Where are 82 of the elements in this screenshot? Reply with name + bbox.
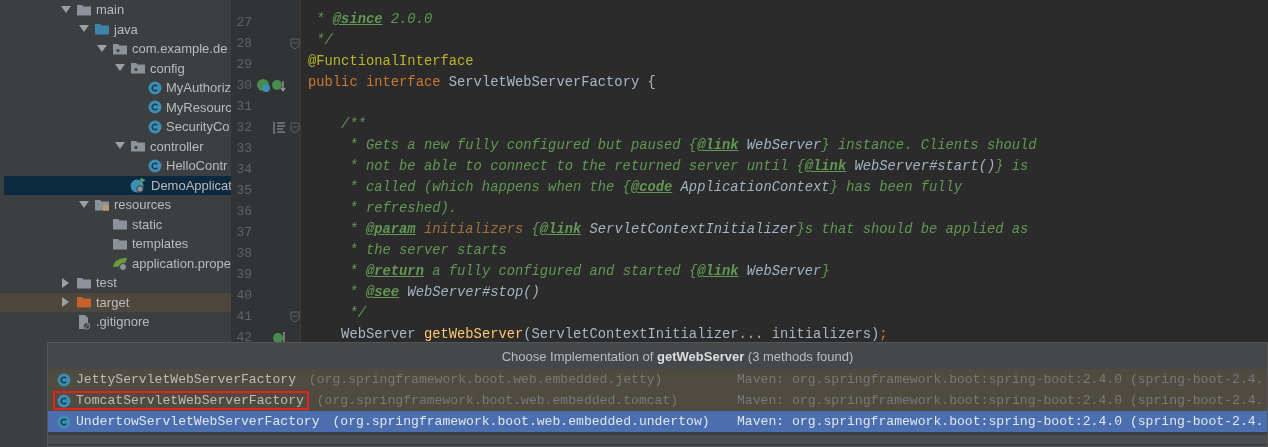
tree-item[interactable]: java — [0, 19, 231, 39]
class-icon — [57, 372, 71, 387]
class-icon — [148, 100, 162, 115]
implementation-item[interactable]: UndertowServletWebServerFactory (org.springframework.boot.web.embedded.undertow) Maven: org.springframework.boot:spring-boot:2.4.0 (spring-boot-2.4. — [48, 411, 1267, 432]
code-line: * @return a fully configured and started {@link WebServer} — [348, 264, 831, 281]
fold-icon — [290, 310, 300, 323]
tree-item[interactable]: HelloContr — [0, 156, 231, 176]
expand-arrow-icon — [79, 199, 89, 210]
expand-arrow-icon — [97, 43, 107, 54]
folder-icon — [94, 21, 110, 38]
expand-arrow-icon — [61, 277, 71, 288]
tree-label: MyResourc — [166, 99, 231, 115]
tree-item[interactable]: main — [0, 0, 231, 20]
popup-title: Choose Implementation of getWebServer (3 methods found) — [501, 348, 854, 364]
tree-item[interactable]: config — [0, 58, 231, 78]
tree-label: HelloContr — [166, 158, 228, 174]
tree-label: java — [114, 21, 138, 37]
code-line: * @see WebServer#stop() — [348, 285, 541, 302]
code-line: * @since 2.0.0 — [315, 12, 434, 29]
doc-render-icon — [273, 120, 286, 135]
file-icon — [76, 313, 92, 330]
code-line: /** — [340, 117, 367, 134]
tree-label: test — [96, 275, 117, 291]
tree-label: resources — [114, 197, 172, 213]
tree-item[interactable]: application.prope — [0, 253, 231, 273]
code-line: * the server starts — [348, 243, 508, 260]
tree-label: controller — [150, 138, 204, 154]
tree-label: com.example.de — [132, 41, 228, 57]
tree-label: main — [96, 2, 125, 18]
tree-item[interactable]: SecurityCo — [0, 117, 231, 137]
tree-label: templates — [132, 236, 189, 252]
tree-item[interactable]: test — [0, 273, 231, 293]
code-line: * Gets a new fully configured but paused {@link WebServer} instance. Clients should — [348, 138, 1038, 155]
tree-item[interactable]: DemoApplicat — [4, 175, 231, 195]
tree-label: static — [132, 216, 163, 232]
code-line: public interface ServletWebServerFactory { — [308, 75, 657, 92]
expand-arrow-icon — [61, 4, 71, 15]
class-icon — [148, 158, 162, 173]
code-line: * not be able to connect to the returned server until {@link WebServer#start()} is — [348, 159, 1030, 176]
package-icon — [130, 60, 146, 77]
code-line: * @param initializers {@link ServletContextInitializer}s that should be applied as — [348, 222, 1030, 239]
tree-item[interactable]: MyResourc — [0, 97, 231, 117]
tree-label: DemoApplicat — [151, 177, 231, 193]
code-line: WebServer getWebServer(ServletContextInitializer... initializers); — [340, 327, 889, 344]
code-line: */ — [348, 306, 368, 323]
tree-item[interactable]: com.example.de — [0, 39, 231, 59]
expand-arrow-icon — [61, 297, 71, 308]
tree-item[interactable]: target — [0, 292, 231, 312]
tree-item[interactable]: controller — [0, 136, 231, 156]
class-icon — [148, 80, 162, 95]
implemented-icon — [256, 78, 286, 93]
class-icon — [57, 393, 71, 408]
class-icon — [57, 414, 71, 429]
spring-leaf-icon — [112, 255, 128, 272]
tree-label: MyAuthoriz — [166, 80, 231, 96]
tree-label: SecurityCo — [166, 119, 230, 135]
tree-label: .gitignore — [96, 314, 150, 330]
tree-item[interactable]: MyAuthoriz — [0, 78, 231, 98]
implements-icon — [272, 330, 286, 345]
folder-icon — [76, 294, 92, 311]
fold-icon — [290, 121, 300, 134]
tree-label: config — [150, 60, 185, 76]
class-name: JettyServletWebServerFactory — [76, 372, 296, 387]
code-line: * refreshed). — [348, 201, 459, 218]
tree-label: target — [96, 294, 130, 310]
code-line: */ — [315, 33, 334, 50]
package-icon — [130, 138, 146, 155]
folder-icon — [112, 216, 128, 233]
class-icon — [148, 119, 162, 134]
code-line: @FunctionalInterface — [308, 54, 475, 71]
fold-icon — [290, 37, 300, 50]
code-line: * called (which happens when the {@code ApplicationContext} has been fully — [348, 180, 964, 197]
class-name: UndertowServletWebServerFactory — [76, 414, 320, 429]
tree-item[interactable]: .gitignore — [0, 312, 231, 332]
library-location: Maven: org.springframework.boot:spring-boot:2.4.0 (spring-boot-2.4. — [737, 414, 1264, 429]
class-name: TomcatServletWebServerFactory — [76, 393, 304, 408]
tree-item[interactable]: templates — [0, 234, 231, 254]
tree-label: application.prope — [132, 255, 231, 271]
package-name: (org.springframework.boot.web.embedded.undertow) — [331, 414, 710, 429]
tree-item[interactable]: static — [0, 214, 231, 234]
class-icon — [130, 177, 147, 194]
tree-item[interactable]: resources — [0, 195, 231, 215]
